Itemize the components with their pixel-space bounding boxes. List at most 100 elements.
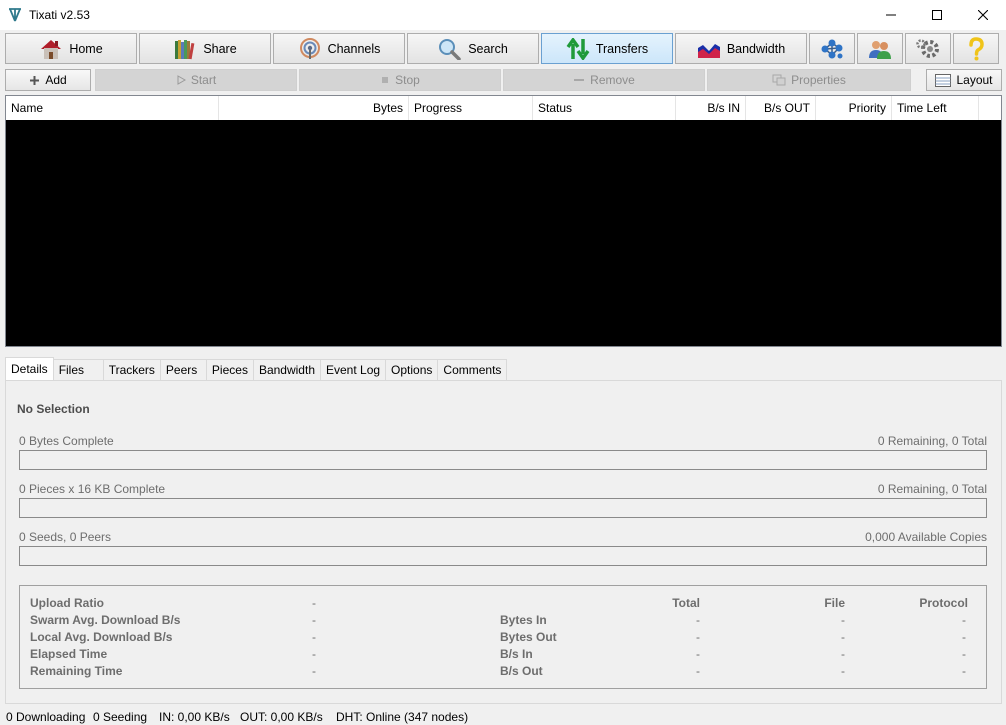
seeds-peers-text: 0 Seeds, 0 Peers [19,530,112,544]
bytes-remaining-text: 0 Remaining, 0 Total [877,434,987,448]
swarm-avg-download-value: - [312,613,316,627]
column-header-bytes-out[interactable]: B/s OUT [746,96,816,120]
bytes-out-label: Bytes Out [500,630,557,644]
network-button[interactable] [809,33,855,64]
plus-icon [30,75,40,85]
network-nodes-icon [821,39,843,58]
local-avg-download-label: Local Avg. Download B/s [30,630,173,644]
share-label: Share [203,41,237,56]
transfer-actions-toolbar: Add Start Stop Remove Properties Layout [5,69,1002,91]
minimize-button[interactable] [868,0,914,30]
tab-pieces[interactable]: Pieces [205,359,254,380]
column-header-time-left[interactable]: Time Left [892,96,979,120]
transfers-list[interactable]: Name Bytes Progress Status B/s IN B/s OU… [5,95,1002,347]
add-label: Add [45,73,67,87]
status-bar: 0 Downloading 0 Seeding IN: 0,00 KB/s OU… [0,708,1006,725]
tab-details[interactable]: Details [5,357,54,380]
layout-label: Layout [956,73,993,87]
swarm-avg-download-label: Swarm Avg. Download B/s [30,613,181,627]
bytes-progress-bar [19,450,987,470]
tixati-logo-icon [9,8,21,22]
column-header-bytes-in[interactable]: B/s IN [676,96,746,120]
bytes-out-total: - [696,630,700,644]
rate-in-label: B/s In [500,647,533,661]
bandwidth-label: Bandwidth [726,41,786,56]
search-icon [439,38,461,60]
rate-out-protocol: - [962,664,966,678]
column-header-progress[interactable]: Progress [409,96,533,120]
channels-button[interactable]: Channels [273,33,405,64]
file-column-header: File [824,596,845,610]
bytes-out-protocol: - [962,630,966,644]
title-bar: Tixati v2.53 [0,0,1006,30]
tab-trackers[interactable]: Trackers [102,359,161,380]
close-icon [978,10,988,20]
detail-tabs: Details Files Trackers Peers Pieces Band… [5,357,508,380]
remove-label: Remove [590,73,635,87]
bandwidth-button[interactable]: Bandwidth [675,33,807,64]
close-button[interactable] [960,0,1006,30]
seeding-count: 0 Seeding [93,710,148,724]
downloading-count: 0 Downloading [6,710,86,724]
main-toolbar: Home Share Channels Search Transfers Ban… [5,33,999,65]
total-column-header: Total [672,596,700,610]
column-header-bytes[interactable]: Bytes [219,96,409,120]
remaining-time-value: - [312,664,316,678]
window-title: Tixati v2.53 [29,8,90,22]
maximize-icon [932,10,942,20]
minus-icon [574,79,585,81]
upload-ratio-label: Upload Ratio [30,596,104,610]
home-button[interactable]: Home [5,33,137,64]
peers-button[interactable] [857,33,903,64]
share-button[interactable]: Share [139,33,271,64]
tab-event-log[interactable]: Event Log [320,359,387,380]
rate-in-protocol: - [962,647,966,661]
column-header-status[interactable]: Status [533,96,676,120]
channels-label: Channels [327,41,381,56]
elapsed-time-label: Elapsed Time [30,647,108,661]
incoming-rate: IN: 0,00 KB/s [159,710,230,724]
question-mark-icon [969,36,984,60]
layout-button[interactable]: Layout [926,69,1002,91]
bandwidth-graph-icon [697,43,720,58]
column-header-priority[interactable]: Priority [816,96,892,120]
properties-button[interactable]: Properties [707,69,911,91]
settings-button[interactable] [905,33,951,64]
selection-title: No Selection [17,402,90,416]
availability-bar [19,546,987,566]
search-label: Search [468,41,508,56]
rate-out-label: B/s Out [500,664,543,678]
properties-label: Properties [791,73,846,87]
bytes-in-total: - [696,613,700,627]
play-icon [177,75,186,85]
bytes-out-file: - [841,630,845,644]
tab-bandwidth[interactable]: Bandwidth [252,359,321,380]
tab-peers[interactable]: Peers [159,359,207,380]
properties-icon [772,74,786,86]
bytes-complete-text: 0 Bytes Complete [19,434,114,448]
home-icon [41,39,62,59]
pieces-complete-text: 0 Pieces x 16 KB Complete [19,482,166,496]
available-copies-text: 0,000 Available Copies [865,530,987,544]
rate-out-file: - [841,664,845,678]
transfers-button[interactable]: Transfers [541,33,673,64]
start-label: Start [190,73,217,87]
rate-in-file: - [841,647,845,661]
column-header-name[interactable]: Name [6,96,219,120]
minimize-icon [886,14,896,16]
tab-options[interactable]: Options [385,359,439,380]
tab-comments[interactable]: Comments [437,359,508,380]
tab-files[interactable]: Files [52,359,104,380]
start-button[interactable]: Start [95,69,297,91]
stop-button[interactable]: Stop [299,69,501,91]
help-button[interactable] [953,33,999,64]
bytes-in-protocol: - [962,613,966,627]
add-button[interactable]: Add [5,69,91,91]
search-button[interactable]: Search [407,33,539,64]
broadcast-icon [299,37,320,59]
remove-button[interactable]: Remove [503,69,705,91]
gears-icon [916,38,939,58]
maximize-button[interactable] [914,0,960,30]
outgoing-rate: OUT: 0,00 KB/s [240,710,323,724]
protocol-column-header: Protocol [919,596,968,610]
